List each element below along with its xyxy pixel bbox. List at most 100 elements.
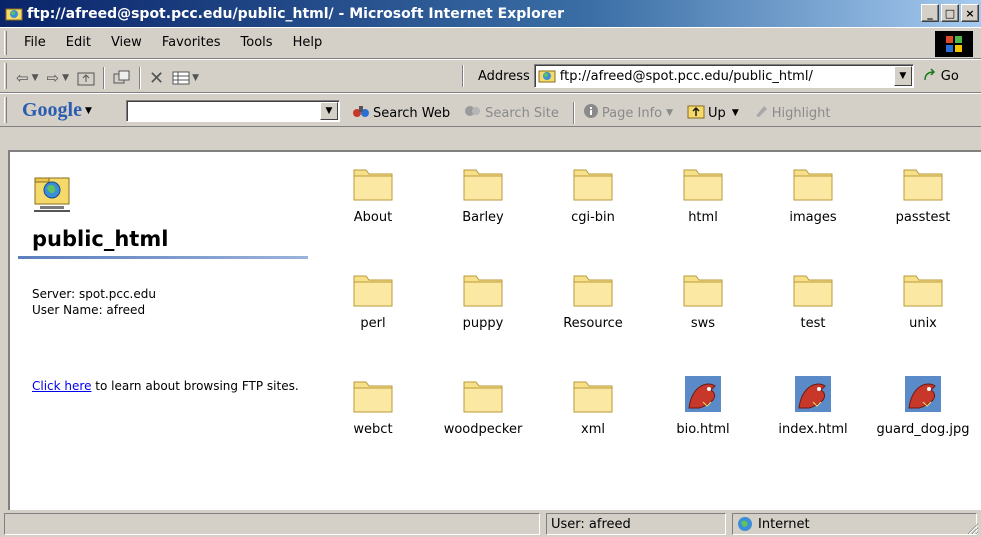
chevron-down-icon: ▼ <box>85 106 92 117</box>
folder-icon <box>351 372 395 416</box>
toolbar-grip[interactable] <box>4 31 7 55</box>
go-button[interactable]: Go <box>922 68 959 84</box>
page-info-label: Page Info <box>601 105 663 121</box>
status-zone: Internet <box>758 516 810 532</box>
up-folder-icon <box>687 103 705 123</box>
highlighter-icon <box>753 103 769 123</box>
folder-item[interactable]: passtest <box>868 160 978 225</box>
info-pane: public_html Server: spot.pcc.edu User Na… <box>10 152 310 510</box>
search-web-button[interactable]: Search Web <box>352 104 450 122</box>
forward-arrow-icon: ⇨ <box>46 69 60 87</box>
resize-grip-icon[interactable] <box>965 521 979 535</box>
up-button[interactable]: Up ▼ <box>687 103 739 123</box>
folder-icon <box>901 160 945 204</box>
menu-help[interactable]: Help <box>283 35 333 50</box>
user-line: User Name: afreed <box>32 303 146 317</box>
item-label: html <box>688 210 718 225</box>
maximize-button[interactable]: □ <box>941 4 959 22</box>
item-label: xml <box>581 422 605 437</box>
toolbar-grip[interactable] <box>4 97 7 123</box>
folder-item[interactable]: sws <box>648 266 758 331</box>
item-label: cgi-bin <box>571 210 615 225</box>
folder-title: public_html <box>32 227 169 251</box>
chevron-down-icon: ▼ <box>666 108 674 118</box>
title-bar[interactable]: ftp://afreed@spot.pcc.edu/public_html/ -… <box>0 0 981 27</box>
info-icon <box>583 103 599 123</box>
item-label: Resource <box>563 316 623 331</box>
item-label: passtest <box>895 210 951 225</box>
folder-item[interactable]: Barley <box>428 160 538 225</box>
google-search-input[interactable]: ▼ <box>126 100 340 122</box>
folder-item[interactable]: puppy <box>428 266 538 331</box>
file-item[interactable]: guard_dog.jpg <box>868 372 978 437</box>
folder-item[interactable]: html <box>648 160 758 225</box>
up-folder-button[interactable] <box>77 70 95 86</box>
folder-item[interactable]: About <box>318 160 428 225</box>
folder-icon <box>351 266 395 310</box>
item-label: webct <box>353 422 393 437</box>
menu-edit[interactable]: Edit <box>56 35 101 50</box>
search-site-button[interactable]: Search Site <box>464 104 559 122</box>
go-arrow-icon <box>924 68 935 81</box>
address-label: Address <box>478 68 530 84</box>
search-site-label: Search Site <box>485 105 559 121</box>
address-value: ftp://afreed@spot.pcc.edu/public_html/ <box>559 68 813 84</box>
delete-x-icon: ✕ <box>149 67 165 89</box>
folder-icon <box>571 266 615 310</box>
folder-item[interactable]: webct <box>318 372 428 437</box>
folder-item[interactable]: unix <box>868 266 978 331</box>
folder-item[interactable]: cgi-bin <box>538 160 648 225</box>
item-label: Barley <box>462 210 504 225</box>
item-label: test <box>800 316 826 331</box>
folder-item[interactable]: xml <box>538 372 648 437</box>
item-label: puppy <box>462 316 504 331</box>
search-web-label: Search Web <box>373 105 451 121</box>
toolbar-grip[interactable] <box>4 63 7 89</box>
google-logo[interactable]: Google ▼ <box>22 99 92 122</box>
back-button[interactable]: ⇦ ▼ <box>16 69 39 87</box>
file-item[interactable]: index.html <box>758 372 868 437</box>
menu-favorites[interactable]: Favorites <box>152 35 231 50</box>
address-input[interactable]: ftp://afreed@spot.pcc.edu/public_html/ ▼ <box>533 64 914 88</box>
menu-view[interactable]: View <box>101 35 152 50</box>
file-item[interactable]: bio.html <box>648 372 758 437</box>
status-user: User: afreed <box>551 516 631 532</box>
views-button[interactable]: ▼ <box>172 71 199 85</box>
folder-item[interactable]: perl <box>318 266 428 331</box>
folders-button[interactable] <box>113 70 131 86</box>
folder-item[interactable]: Resource <box>538 266 648 331</box>
google-logo-text: Google <box>22 99 82 121</box>
folder-icon <box>461 266 505 310</box>
status-text-panel <box>4 513 540 535</box>
help-text-rest: to learn about browsing FTP sites. <box>91 379 299 393</box>
browser-window: ftp://afreed@spot.pcc.edu/public_html/ -… <box>0 0 981 537</box>
delete-button[interactable]: ✕ <box>149 68 164 89</box>
binoculars-icon <box>352 104 370 122</box>
menu-bar: File Edit View Favorites Tools Help <box>0 27 981 59</box>
page-info-button[interactable]: Page Info ▼ <box>583 103 673 123</box>
highlight-button[interactable]: Highlight <box>753 103 830 123</box>
window-title: ftp://afreed@spot.pcc.edu/public_html/ -… <box>27 5 565 22</box>
folder-item[interactable]: woodpecker <box>428 372 538 437</box>
minimize-button[interactable]: _ <box>921 4 939 22</box>
menu-file[interactable]: File <box>20 35 56 50</box>
windows-logo-icon <box>935 31 973 57</box>
ftp-server-icon <box>34 177 70 212</box>
dragon-file-icon <box>791 372 835 416</box>
forward-button[interactable]: ⇨ ▼ <box>47 69 70 87</box>
google-search-dropdown-button[interactable]: ▼ <box>320 102 338 120</box>
status-bar: User: afreed Internet <box>0 510 981 537</box>
folder-icon <box>461 160 505 204</box>
close-button[interactable]: × <box>961 4 979 22</box>
address-dropdown-button[interactable]: ▼ <box>893 66 912 86</box>
folder-item[interactable]: images <box>758 160 868 225</box>
click-here-link[interactable]: Click here <box>32 379 91 393</box>
folder-view[interactable]: public_html Server: spot.pcc.edu User Na… <box>8 150 981 510</box>
up-folder-icon <box>77 72 95 86</box>
menu-tools[interactable]: Tools <box>231 35 283 50</box>
folder-icon <box>681 266 725 310</box>
folder-icon <box>791 266 835 310</box>
toolbar-separator <box>139 67 141 89</box>
folder-item[interactable]: test <box>758 266 868 331</box>
ftp-folder-icon <box>5 5 23 23</box>
